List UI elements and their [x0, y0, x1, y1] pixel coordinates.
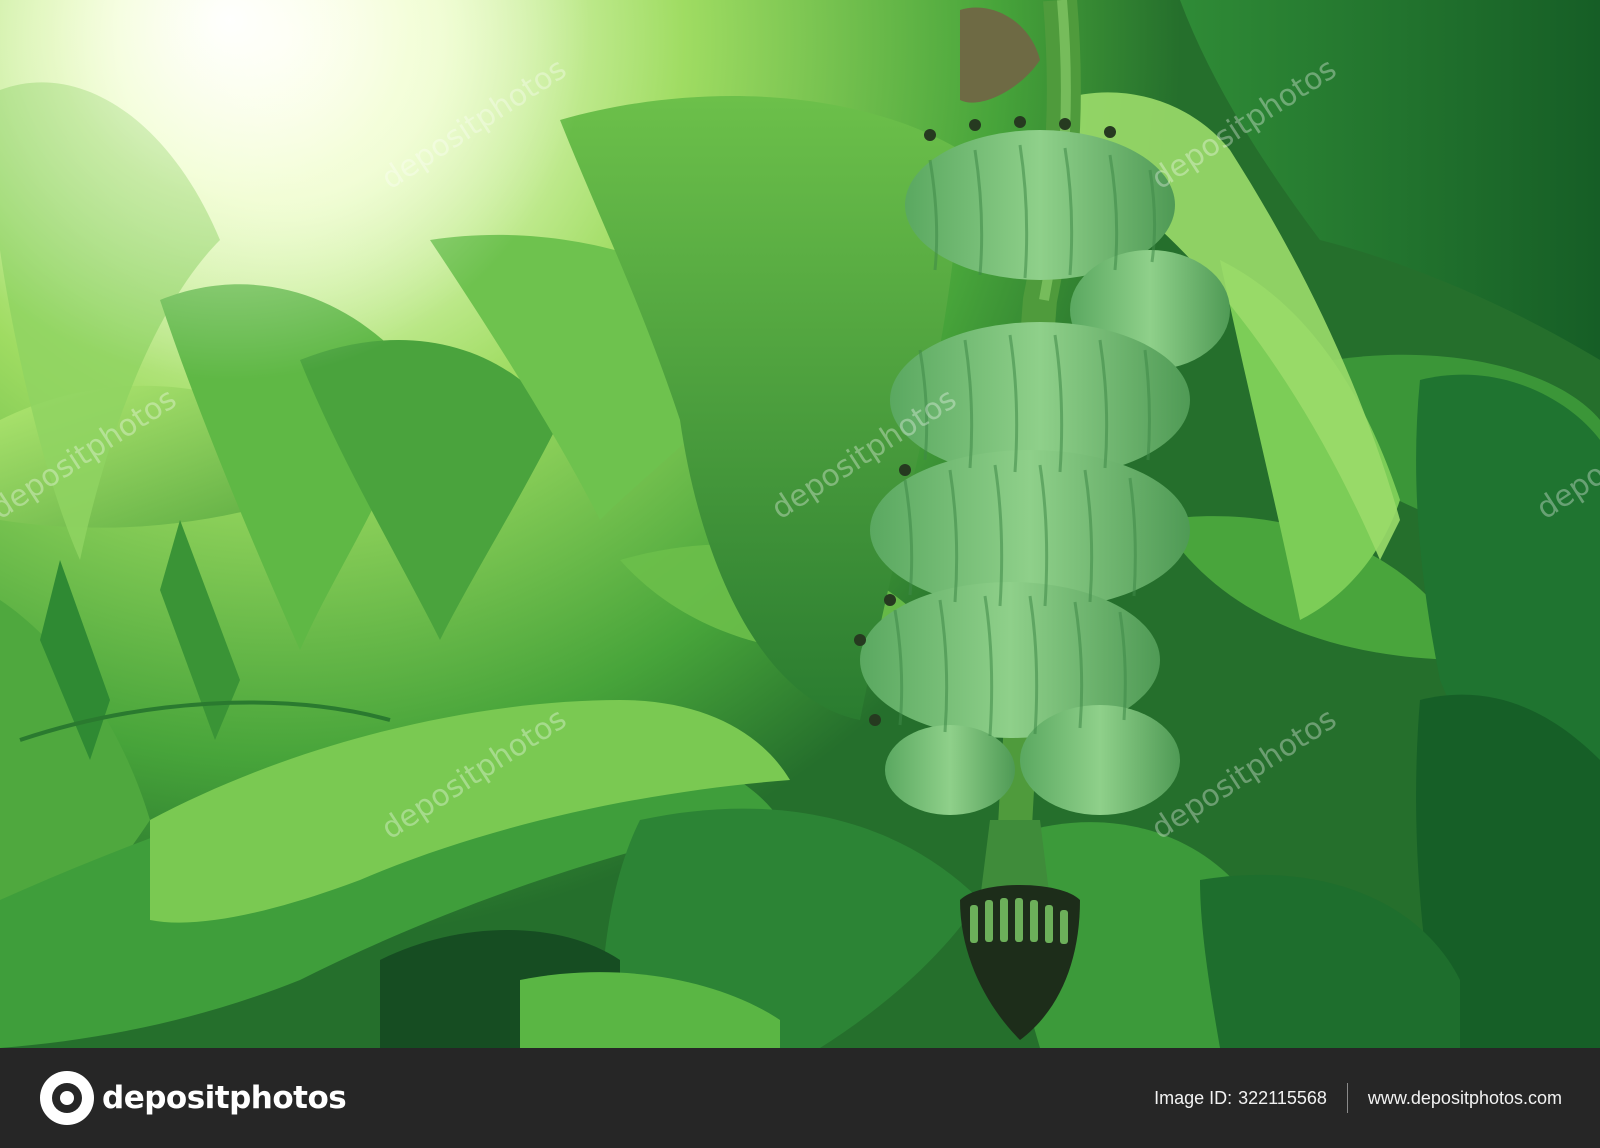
image-id-label: Image ID: [1154, 1087, 1233, 1108]
depositphotos-logo-icon [40, 1071, 94, 1125]
image-id-value: 322115568 [1238, 1087, 1327, 1108]
brand-name: depositphotos [102, 1080, 347, 1116]
meta-divider [1346, 1083, 1348, 1113]
footer-bar: depositphotos Image ID: 322115568 www.de… [0, 1048, 1600, 1148]
banana-tree-photo: depositphotos depositphotos depositphoto… [0, 0, 1600, 1048]
sun-glare [0, 0, 760, 560]
photo-canvas: depositphotos depositphotos depositphoto… [0, 0, 1600, 1048]
depositphotos-logo[interactable]: depositphotos [40, 1070, 347, 1126]
image-meta: Image ID: 322115568 www.depositphotos.co… [1154, 1083, 1562, 1113]
site-url-link[interactable]: www.depositphotos.com [1368, 1088, 1562, 1109]
